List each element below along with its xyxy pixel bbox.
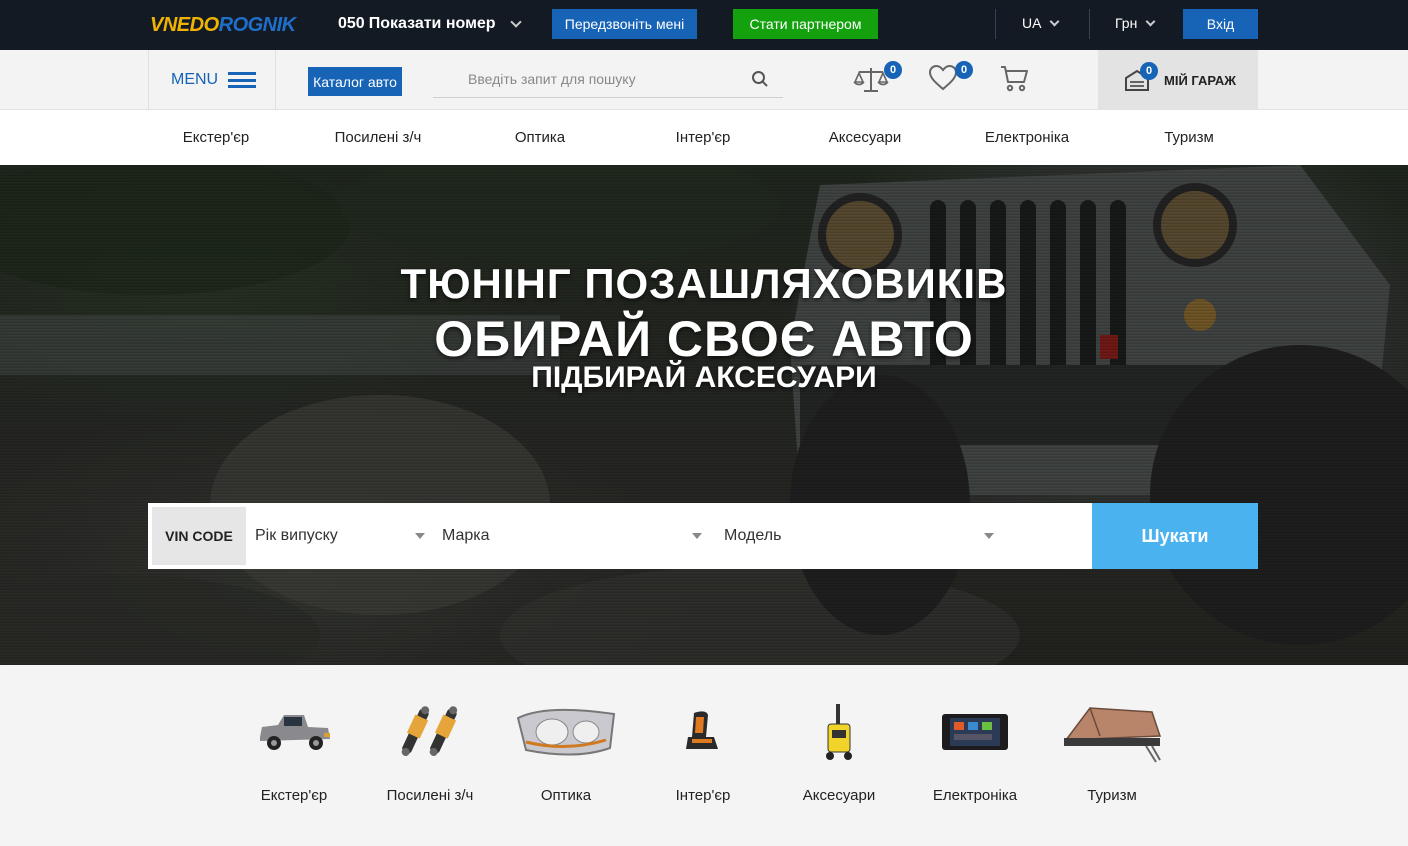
show-number-label: Показати номер: [368, 15, 496, 32]
catalog-button[interactable]: Каталог авто: [308, 67, 402, 96]
dropdown-arrow-icon: [692, 533, 702, 539]
wishlist-count-badge: 0: [955, 61, 973, 79]
currency-value: Грн: [1115, 15, 1138, 31]
category-label: Посилені з/ч: [386, 787, 474, 804]
headlight-icon: [516, 708, 616, 756]
search-box: [433, 62, 783, 98]
pickup-truck-icon: [260, 715, 330, 750]
chevron-down-icon: [509, 16, 522, 28]
my-garage-label: МІЙ ГАРАЖ: [1164, 72, 1237, 88]
login-button[interactable]: Вхід: [1183, 9, 1258, 39]
language-value: UA: [1022, 15, 1042, 31]
nav-item-optics[interactable]: Оптика: [515, 129, 565, 146]
car-seat-icon: [686, 711, 718, 749]
hero-title: ТЮНІНГ ПОЗАШЛЯХОВИКІВ: [400, 260, 1008, 307]
brand-select-value: Марка: [442, 527, 490, 544]
dropdown-arrow-icon: [415, 533, 425, 539]
heart-icon: [928, 64, 958, 91]
cart-button[interactable]: [999, 64, 1029, 97]
category-tile-reinforced-parts[interactable]: Посилені з/ч: [362, 665, 498, 846]
nav-item-accessories[interactable]: Аксесуари: [829, 129, 901, 146]
vin-code-tab[interactable]: VIN CODE: [152, 507, 246, 565]
menu-label: MENU: [171, 71, 219, 88]
cart-icon: [1001, 66, 1028, 92]
category-label: Оптика: [540, 787, 592, 804]
category-tile-optics[interactable]: Оптика: [498, 665, 634, 846]
hamburger-icon: [228, 72, 257, 88]
callback-button[interactable]: Передзвоніть мені: [552, 9, 697, 39]
menu-button[interactable]: MENU: [148, 50, 276, 110]
hero-banner: ТЮНІНГ ПОЗАШЛЯХОВИКІВ ОБИРАЙ СВОЄ АВТО П…: [0, 165, 1408, 665]
my-garage-button[interactable]: 0 МІЙ ГАРАЖ: [1098, 50, 1258, 110]
header-bar: MENU Каталог авто 0 0 0 МІЙ ГАРАЖ: [0, 50, 1408, 110]
chevron-down-icon: [1145, 16, 1156, 26]
nav-item-interior[interactable]: Інтер'єр: [676, 129, 731, 146]
hero-scanlines: [0, 165, 1408, 665]
category-tile-electronics[interactable]: Електроніка: [907, 665, 1043, 846]
nav-item-tourism[interactable]: Туризм: [1164, 129, 1214, 146]
category-tiles: Екстер'єр Посилені з/ч Оптика Інтер'єр А…: [0, 665, 1408, 846]
search-icon[interactable]: [751, 70, 769, 93]
compare-button[interactable]: 0: [853, 61, 902, 99]
top-bar: VNEDO ROGNIK 050 Показати номер Передзвон…: [0, 0, 1408, 50]
partner-button[interactable]: Стати партнером: [733, 9, 878, 39]
model-select-value: Модель: [724, 527, 782, 544]
category-label: Електроніка: [932, 787, 1018, 804]
category-label: Туризм: [1087, 787, 1137, 804]
search-input[interactable]: [433, 62, 743, 96]
category-nav: Екстер'єр Посилені з/ч Оптика Інтер'єр А…: [0, 110, 1408, 165]
model-select[interactable]: Модель: [724, 503, 1004, 569]
vehicle-finder: VIN CODE Рік випуску Марка Модель Шукати: [148, 503, 1258, 569]
brand-select[interactable]: Марка: [442, 503, 712, 569]
phone-code: 050: [338, 15, 365, 32]
search-button[interactable]: Шукати: [1092, 503, 1258, 569]
nav-item-exterior[interactable]: Екстер'єр: [183, 129, 249, 146]
category-label: Екстер'єр: [260, 787, 328, 804]
divider: [995, 9, 996, 39]
year-select[interactable]: Рік випуску: [255, 503, 435, 569]
category-tile-exterior[interactable]: Екстер'єр: [226, 665, 362, 846]
phone-reveal[interactable]: 050 Показати номер: [338, 15, 522, 33]
category-label: Інтер'єр: [675, 787, 731, 804]
roof-tent-icon: [1064, 707, 1162, 763]
garage-count-badge: 0: [1140, 62, 1158, 80]
category-tile-tourism[interactable]: Туризм: [1044, 665, 1180, 846]
shock-absorbers-icon: [401, 706, 458, 756]
dropdown-arrow-icon: [984, 533, 994, 539]
wishlist-button[interactable]: 0: [928, 61, 973, 97]
currency-select[interactable]: Грн: [1115, 15, 1156, 31]
category-tile-accessories[interactable]: Аксесуари: [771, 665, 907, 846]
category-tile-interior[interactable]: Інтер'єр: [635, 665, 771, 846]
chevron-down-icon: [1050, 16, 1060, 26]
divider: [1089, 9, 1090, 39]
year-select-value: Рік випуску: [255, 527, 338, 544]
head-unit-icon: [942, 714, 1008, 750]
site-logo[interactable]: VNEDO ROGNIK: [150, 12, 296, 38]
language-select[interactable]: UA: [1022, 15, 1060, 31]
nav-item-reinforced-parts[interactable]: Посилені з/ч: [335, 129, 422, 146]
pressure-washer-icon: [826, 704, 852, 760]
hero-subtitle: ОБИРАЙ СВОЄ АВТО: [434, 311, 974, 367]
compare-count-badge: 0: [884, 61, 902, 79]
nav-item-electronics[interactable]: Електроніка: [985, 129, 1069, 146]
hero-tagline: ПІДБИРАЙ АКСЕСУАРИ: [531, 361, 877, 394]
category-label: Аксесуари: [802, 787, 876, 804]
